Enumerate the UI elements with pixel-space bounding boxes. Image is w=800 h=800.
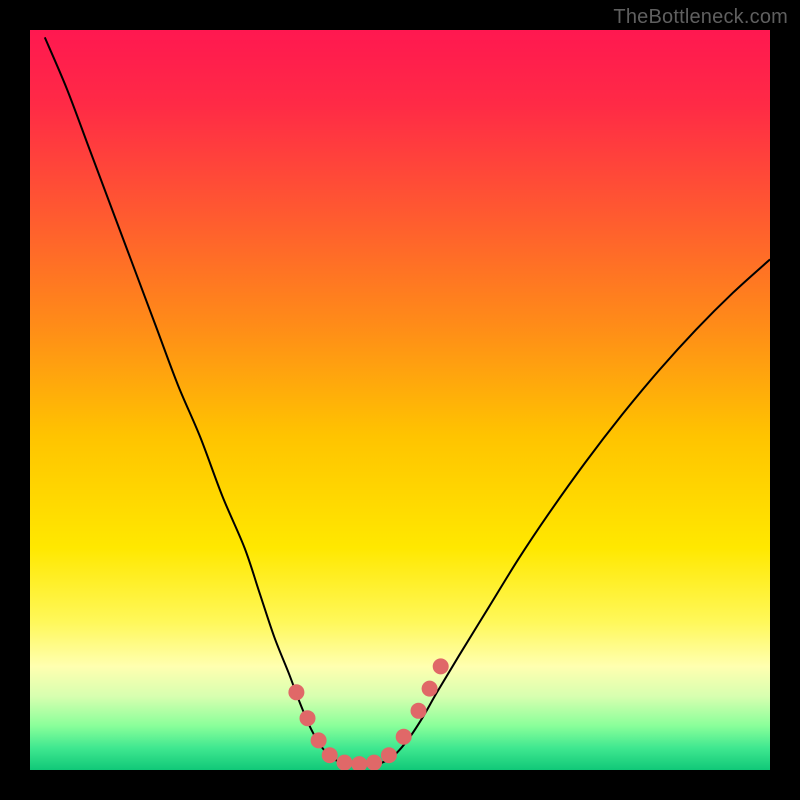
marker-dot (396, 729, 412, 745)
marker-dot (366, 755, 382, 770)
marker-dot (300, 710, 316, 726)
plot-area (30, 30, 770, 770)
marker-dot (433, 658, 449, 674)
marker-dot (322, 747, 338, 763)
marker-dot (411, 703, 427, 719)
gradient-background (30, 30, 770, 770)
marker-dot (422, 681, 438, 697)
marker-dot (288, 684, 304, 700)
chart-container: TheBottleneck.com (0, 0, 800, 800)
marker-dot (381, 747, 397, 763)
marker-dot (311, 732, 327, 748)
marker-dot (337, 755, 353, 770)
watermark-label: TheBottleneck.com (613, 6, 788, 29)
chart-svg (30, 30, 770, 770)
